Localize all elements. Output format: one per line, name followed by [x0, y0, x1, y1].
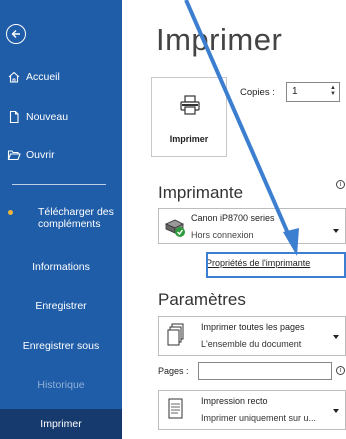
nav-item-nouveau[interactable]: Nouveau [0, 106, 122, 128]
single-sided-page-icon [168, 398, 183, 419]
annotation-highlight-box [206, 252, 346, 278]
duplex-subtitle: Imprimer uniquement sur u... [201, 413, 317, 423]
nav-item-label: Accueil [26, 71, 60, 83]
folder-open-icon [7, 148, 21, 162]
nav-item-informations[interactable]: Informations [0, 261, 122, 273]
printer-ready-icon [165, 219, 185, 237]
new-document-icon [7, 110, 21, 124]
nav-item-historique: Historique [37, 379, 85, 391]
duplex-title: Impression recto [201, 396, 268, 406]
printer-icon [180, 95, 200, 115]
notification-dot-icon [8, 210, 13, 215]
printer-heading: Imprimante [158, 183, 244, 202]
printer-name: Canon iP8700 series [191, 213, 275, 223]
nav-item-accueil[interactable]: Accueil [0, 66, 122, 88]
sidebar-divider [12, 184, 106, 185]
home-icon [7, 70, 21, 84]
back-arrow-icon[interactable] [6, 24, 26, 44]
duplex-selector[interactable]: Impression recto Imprimer uniquement sur… [158, 390, 346, 430]
nav-item-label: Ouvrir [26, 149, 55, 161]
print-button-label: Imprimer [169, 134, 209, 144]
chevron-down-icon [333, 229, 339, 233]
copies-label: Copies : [240, 87, 275, 98]
info-icon[interactable]: i [336, 366, 345, 375]
print-range-selector[interactable]: Imprimer toutes les pages L'ensemble du … [158, 316, 346, 356]
pages-stack-icon [167, 323, 184, 346]
info-icon[interactable]: i [336, 180, 345, 189]
print-range-subtitle: L'ensemble du document [201, 339, 302, 349]
settings-heading: Paramètres [158, 290, 246, 309]
spinner-arrows-icon[interactable]: ▲ ▼ [330, 85, 336, 97]
page-title: Imprimer [156, 22, 283, 57]
nav-item-label: Télécharger des compléments [38, 206, 114, 230]
chevron-down-icon [333, 335, 339, 339]
pages-label: Pages : [158, 366, 189, 376]
copies-value: 1 [292, 86, 298, 97]
printer-selector[interactable]: Canon iP8700 series Hors connexion [158, 208, 346, 244]
nav-item-label: Nouveau [26, 111, 69, 123]
printer-status: Hors connexion [191, 230, 254, 240]
copies-stepper[interactable]: 1 ▲ ▼ [286, 82, 340, 102]
print-button[interactable]: Imprimer [151, 77, 227, 157]
nav-item-ouvrir[interactable]: Ouvrir [0, 144, 122, 166]
print-range-title: Imprimer toutes les pages [201, 322, 305, 332]
nav-item-enregistrer[interactable]: Enregistrer [0, 300, 122, 312]
chevron-down-icon [333, 409, 339, 413]
print-panel: Imprimer Imprimer Copies : 1 ▲ ▼ Impriman… [122, 0, 346, 439]
nav-item-addins[interactable]: Télécharger des compléments [8, 206, 120, 230]
nav-item-enregistrer-sous[interactable]: Enregistrer sous [0, 340, 122, 352]
nav-item-imprimer[interactable]: Imprimer [0, 409, 122, 439]
backstage-sidebar: Accueil Nouveau Ouvrir Télécharger des c… [0, 0, 122, 439]
pages-input[interactable] [198, 362, 332, 380]
